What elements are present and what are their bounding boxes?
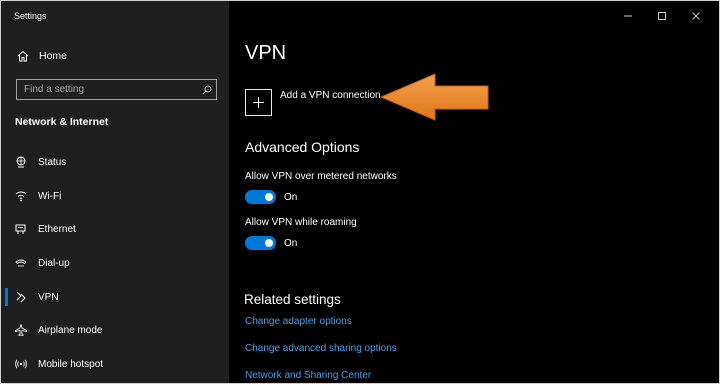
wifi-icon <box>14 190 28 202</box>
sidebar-item-label: Airplane mode <box>38 324 103 336</box>
change-adapter-options-link[interactable]: Change adapter options <box>245 316 352 327</box>
sidebar-item-label: VPN <box>38 291 59 303</box>
metered-option-label: Allow VPN over metered networks <box>245 171 397 182</box>
add-vpn-label: Add a VPN connection <box>280 90 381 101</box>
hotspot-icon <box>14 358 28 370</box>
toggle-state-label: On <box>284 191 298 203</box>
metered-networks-toggle[interactable] <box>245 190 276 204</box>
sidebar-item-wifi[interactable]: Wi-Fi <box>1 183 229 209</box>
page-title: VPN <box>245 42 287 64</box>
toggle-knob <box>265 193 273 201</box>
sidebar-item-airplane-mode[interactable]: Airplane mode <box>1 317 229 343</box>
section-title: Network & Internet <box>15 116 109 128</box>
dialup-icon <box>14 257 28 269</box>
vpn-icon <box>14 291 28 303</box>
sidebar: Settings Home Network & Internet Status <box>1 1 229 383</box>
roaming-option-label: Allow VPN while roaming <box>245 217 357 228</box>
sidebar-item-dialup[interactable]: Dial-up <box>1 250 229 276</box>
ethernet-icon <box>14 223 28 235</box>
search-input[interactable] <box>17 80 198 99</box>
sidebar-item-label: Dial-up <box>38 257 70 269</box>
home-label: Home <box>39 50 68 62</box>
toggle-knob <box>265 239 273 247</box>
close-icon <box>691 11 701 21</box>
minimize-button[interactable] <box>611 5 645 27</box>
sidebar-item-label: Ethernet <box>38 223 76 235</box>
roaming-toggle[interactable] <box>245 236 276 250</box>
sidebar-item-label: Wi-Fi <box>38 190 62 202</box>
annotation-arrow-icon <box>379 73 489 121</box>
maximize-button[interactable] <box>645 5 679 27</box>
change-advanced-sharing-link[interactable]: Change advanced sharing options <box>245 343 397 354</box>
app-title: Settings <box>14 11 47 21</box>
close-button[interactable] <box>679 5 713 27</box>
sidebar-item-mobile-hotspot[interactable]: Mobile hotspot <box>1 351 229 377</box>
minimize-icon <box>623 11 633 21</box>
network-sharing-center-link[interactable]: Network and Sharing Center <box>245 370 371 381</box>
sidebar-item-status[interactable]: Status <box>1 149 229 175</box>
home-icon <box>14 50 32 62</box>
sidebar-item-vpn[interactable]: VPN <box>1 284 229 310</box>
settings-window: Settings Home Network & Internet Status <box>0 0 720 384</box>
home-nav-item[interactable]: Home <box>1 45 229 67</box>
add-vpn-connection-button[interactable]: Add a VPN connection <box>245 89 381 116</box>
status-icon <box>14 156 28 168</box>
sidebar-item-label: Status <box>38 156 67 168</box>
roaming-toggle-row: On <box>245 236 297 250</box>
metered-toggle-row: On <box>245 190 297 204</box>
search-box <box>16 79 217 100</box>
plus-icon <box>245 89 272 116</box>
sidebar-item-ethernet[interactable]: Ethernet <box>1 216 229 242</box>
related-settings-heading: Related settings <box>244 292 341 307</box>
advanced-options-heading: Advanced Options <box>245 139 360 155</box>
toggle-state-label: On <box>284 237 298 249</box>
sidebar-item-label: Mobile hotspot <box>38 358 104 370</box>
main-content: VPN Add a VPN connection Advanced Option… <box>229 1 719 383</box>
window-controls <box>611 5 713 27</box>
search-icon[interactable] <box>198 85 216 95</box>
airplane-icon <box>14 324 28 336</box>
maximize-icon <box>657 11 667 21</box>
